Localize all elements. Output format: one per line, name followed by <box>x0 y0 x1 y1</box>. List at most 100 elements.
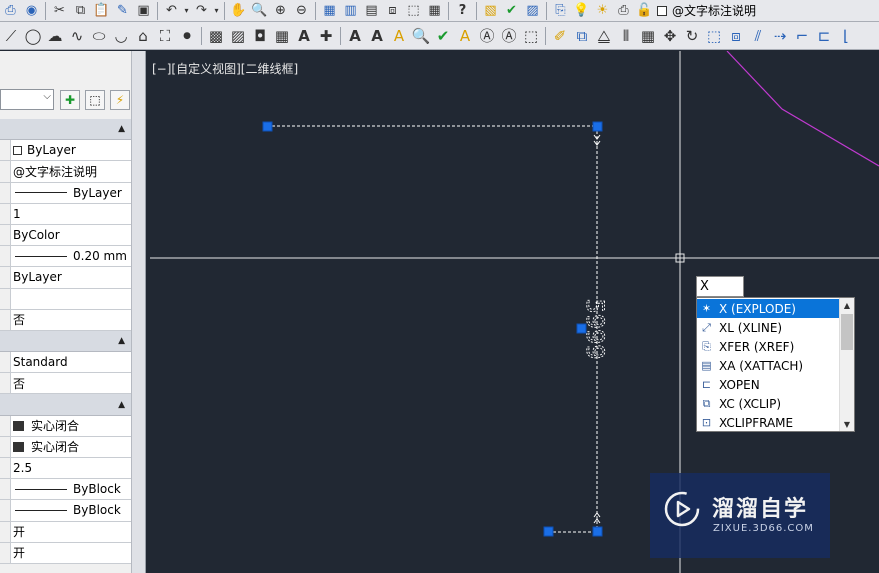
property-row[interactable]: ByLayer <box>0 267 131 289</box>
property-value[interactable]: ByLayer <box>11 182 131 203</box>
scale-text-icon[interactable]: Ⓐ <box>476 24 498 48</box>
copy-icon[interactable]: ⧉ <box>70 1 91 21</box>
property-row[interactable]: 2.5 <box>0 458 131 480</box>
property-row[interactable]: @文字标注说明 <box>0 161 131 183</box>
property-row[interactable]: 0.20 mm <box>0 246 131 268</box>
category-collapse[interactable]: ▲ <box>11 394 131 415</box>
property-row[interactable]: 1 <box>0 203 131 225</box>
scroll-up-icon[interactable]: ▲ <box>840 298 854 312</box>
property-row[interactable]: ByBlock <box>0 500 131 522</box>
property-row[interactable]: Standard <box>0 352 131 374</box>
point-icon[interactable]: ● <box>176 24 198 48</box>
make-current-icon[interactable]: ✔ <box>501 1 522 21</box>
collapse-arrow-icon[interactable]: ▲ <box>118 400 125 410</box>
property-value[interactable] <box>11 288 131 309</box>
spline-icon[interactable]: ∿ <box>66 24 88 48</box>
make-block-icon[interactable]: ⛶ <box>154 24 176 48</box>
scroll-down-icon[interactable]: ▼ <box>840 417 854 431</box>
property-value[interactable]: 否 <box>11 309 131 330</box>
property-value[interactable]: 否 <box>11 373 131 394</box>
justify-text-icon[interactable]: Ⓐ <box>498 24 520 48</box>
table-icon[interactable]: ▦ <box>271 24 293 48</box>
property-value[interactable]: 2.5 <box>11 458 131 479</box>
layer-thaw-sun-icon[interactable]: ☀ <box>592 1 613 21</box>
copy-object-icon[interactable]: ⧉ <box>571 24 593 48</box>
suggestion-item[interactable]: ⊡ XCLIPFRAME <box>697 413 840 431</box>
layer-plot-icon[interactable]: ⎙ <box>613 1 634 21</box>
grip-top-left[interactable] <box>262 121 273 132</box>
suggestion-item[interactable]: ⧉ XC (XCLIP) <box>697 394 840 413</box>
sheet-set-icon[interactable]: ⧈ <box>382 1 403 21</box>
break-icon[interactable]: ⌐ <box>791 24 813 48</box>
property-value[interactable]: Standard <box>11 352 131 373</box>
property-value[interactable]: ByBlock <box>11 500 131 521</box>
property-row[interactable]: 否 <box>0 309 131 331</box>
property-row[interactable]: ByLayer <box>0 182 131 204</box>
layer-name[interactable]: @文字标注说明 <box>672 2 756 19</box>
add-selected-icon[interactable]: ✚ <box>315 24 337 48</box>
collapse-arrow-icon[interactable]: ▲ <box>118 124 125 134</box>
grip-bottom-right[interactable] <box>592 526 603 537</box>
cut-icon[interactable]: ✂ <box>49 1 70 21</box>
suggestion-item[interactable]: ⊏ XOPEN <box>697 375 840 394</box>
property-row[interactable]: 实心闭合 <box>0 436 131 458</box>
suggestion-item[interactable]: ⎘ XFER (XREF) <box>697 337 840 356</box>
block-editor-icon[interactable]: ▣ <box>133 1 154 21</box>
tool-palettes-icon[interactable]: ▤ <box>361 1 382 21</box>
calculator-icon[interactable]: ▦ <box>424 1 445 21</box>
region-icon[interactable]: ◘ <box>249 24 271 48</box>
single-line-text-icon[interactable]: A <box>366 24 388 48</box>
property-value[interactable]: @文字标注说明 <box>11 161 131 182</box>
array-icon[interactable]: ▦ <box>637 24 659 48</box>
selection-combo[interactable]: ⌵ <box>0 89 54 110</box>
property-value[interactable]: 0.20 mm <box>11 246 131 267</box>
layer-on-bulb-icon[interactable]: 💡 <box>571 1 592 21</box>
property-row[interactable]: 实心闭合 <box>0 415 131 437</box>
suggestion-item[interactable]: ⤢ XL (XLINE) <box>697 318 840 337</box>
find-replace-icon[interactable]: 🔍 <box>410 24 432 48</box>
layer-unlock-icon[interactable]: 🔓 <box>634 1 655 21</box>
polyline-icon[interactable]: ⟋ <box>0 24 22 48</box>
mirror-icon[interactable]: ⧋ <box>593 24 615 48</box>
category-header[interactable]: ▲ <box>0 330 131 353</box>
convert-space-icon[interactable]: ⬚ <box>520 24 542 48</box>
property-value[interactable]: 1 <box>11 203 131 224</box>
pan-icon[interactable]: ✋ <box>228 1 249 21</box>
property-value[interactable]: 开 <box>11 521 131 542</box>
redo-dropdown-icon[interactable]: ▾ <box>212 1 221 21</box>
grip-bottom-left[interactable] <box>543 526 554 537</box>
property-value[interactable]: 实心闭合 <box>11 415 131 436</box>
layer-previous-icon[interactable]: ▨ <box>522 1 543 21</box>
ellipse-arc-icon[interactable]: ◡ <box>110 24 132 48</box>
gradient-icon[interactable]: ▨ <box>227 24 249 48</box>
paste-icon[interactable]: 📋 <box>91 1 112 21</box>
mtext-icon[interactable]: A <box>293 24 315 48</box>
properties-icon[interactable]: ▦ <box>319 1 340 21</box>
category-header[interactable]: ▲ <box>0 394 131 416</box>
zoom-window-icon[interactable]: ⊕ <box>270 1 291 21</box>
category-collapse[interactable]: ▲ <box>11 119 131 140</box>
select-objects-icon[interactable]: ⬚ <box>85 90 105 110</box>
property-row[interactable]: 开 <box>0 542 131 564</box>
property-value[interactable]: ByColor <box>11 224 131 246</box>
property-row[interactable]: ByLayer <box>0 140 131 162</box>
property-value[interactable]: ByLayer <box>11 140 131 161</box>
grip-top-right[interactable] <box>592 121 603 132</box>
property-value[interactable]: ByBlock <box>11 479 131 500</box>
command-input[interactable]: X <box>696 276 744 297</box>
erase-icon[interactable]: ✐ <box>549 24 571 48</box>
text-icon[interactable]: A <box>344 24 366 48</box>
match-properties-icon[interactable]: ✎ <box>112 1 133 21</box>
stretch-icon[interactable]: ⧈ <box>725 24 747 48</box>
hatch-icon[interactable]: ▩ <box>205 24 227 48</box>
scroll-thumb[interactable] <box>841 314 853 350</box>
category-collapse[interactable]: ▲ <box>11 330 131 352</box>
layer-properties-icon[interactable]: ▧ <box>480 1 501 21</box>
edit-text-icon[interactable]: A <box>388 24 410 48</box>
suggestions-scrollbar[interactable]: ▲ ▼ <box>839 298 854 431</box>
property-row[interactable]: ByColor <box>0 224 131 247</box>
redo-icon[interactable]: ↷ <box>191 1 212 21</box>
property-value[interactable]: 实心闭合 <box>11 436 131 457</box>
spell-check-icon[interactable]: ✔ <box>432 24 454 48</box>
toggle-pickadd-icon[interactable]: ✚ <box>60 90 80 110</box>
